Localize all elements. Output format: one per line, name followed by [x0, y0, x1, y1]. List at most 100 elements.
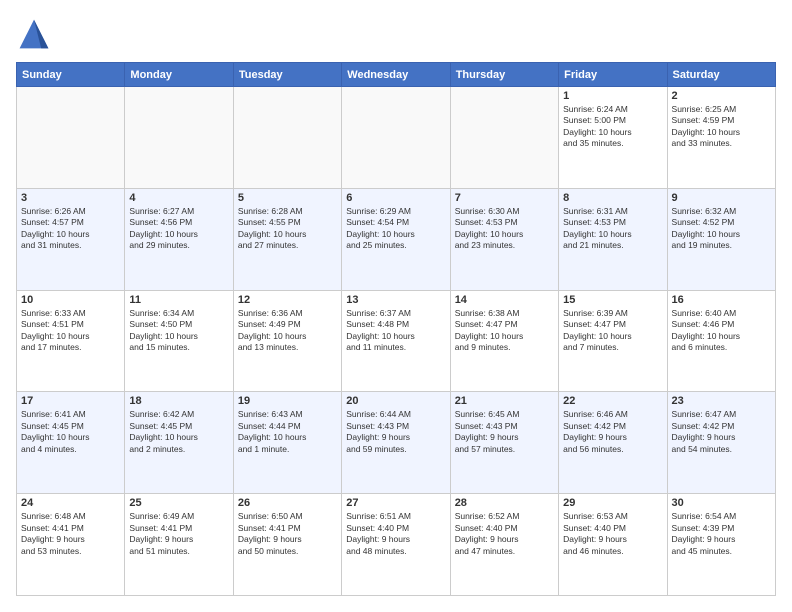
- day-number: 7: [455, 192, 554, 204]
- cell-text: Sunrise: 6:51 AMSunset: 4:40 PMDaylight:…: [346, 511, 445, 557]
- calendar-cell: 19 Sunrise: 6:43 AMSunset: 4:44 PMDayligh…: [233, 392, 341, 494]
- cell-text: Sunrise: 6:54 AMSunset: 4:39 PMDaylight:…: [672, 511, 771, 557]
- header: [16, 16, 776, 52]
- day-number: 12: [238, 294, 337, 306]
- week-row-4: 17 Sunrise: 6:41 AMSunset: 4:45 PMDayligh…: [17, 392, 776, 494]
- cell-text: Sunrise: 6:47 AMSunset: 4:42 PMDaylight:…: [672, 409, 771, 455]
- calendar-cell: 18 Sunrise: 6:42 AMSunset: 4:45 PMDayligh…: [125, 392, 233, 494]
- calendar-cell: 14 Sunrise: 6:38 AMSunset: 4:47 PMDayligh…: [450, 290, 558, 392]
- calendar-cell: 7 Sunrise: 6:30 AMSunset: 4:53 PMDaylight…: [450, 188, 558, 290]
- cell-text: Sunrise: 6:36 AMSunset: 4:49 PMDaylight:…: [238, 308, 337, 354]
- calendar-cell: [233, 87, 341, 189]
- cell-text: Sunrise: 6:41 AMSunset: 4:45 PMDaylight:…: [21, 409, 120, 455]
- cell-text: Sunrise: 6:50 AMSunset: 4:41 PMDaylight:…: [238, 511, 337, 557]
- cell-text: Sunrise: 6:43 AMSunset: 4:44 PMDaylight:…: [238, 409, 337, 455]
- weekday-header-monday: Monday: [125, 63, 233, 87]
- cell-text: Sunrise: 6:38 AMSunset: 4:47 PMDaylight:…: [455, 308, 554, 354]
- page: SundayMondayTuesdayWednesdayThursdayFrid…: [0, 0, 792, 612]
- calendar-cell: 10Sunrise: 6:33 AMSunset: 4:51 PMDayligh…: [17, 290, 125, 392]
- weekday-header-friday: Friday: [559, 63, 667, 87]
- cell-text: Sunrise: 6:52 AMSunset: 4:40 PMDaylight:…: [455, 511, 554, 557]
- weekday-header-wednesday: Wednesday: [342, 63, 450, 87]
- logo-icon: [16, 16, 52, 52]
- day-number: 9: [672, 192, 771, 204]
- weekday-header-thursday: Thursday: [450, 63, 558, 87]
- cell-text: Sunrise: 6:29 AMSunset: 4:54 PMDaylight:…: [346, 206, 445, 252]
- cell-text: Sunrise: 6:31 AMSunset: 4:53 PMDaylight:…: [563, 206, 662, 252]
- calendar-cell: [450, 87, 558, 189]
- day-number: 30: [672, 497, 771, 509]
- day-number: 26: [238, 497, 337, 509]
- day-number: 11: [129, 294, 228, 306]
- calendar-cell: [342, 87, 450, 189]
- calendar-table: SundayMondayTuesdayWednesdayThursdayFrid…: [16, 62, 776, 596]
- calendar-cell: 8Sunrise: 6:31 AMSunset: 4:53 PMDaylight…: [559, 188, 667, 290]
- day-number: 22: [563, 395, 662, 407]
- calendar-cell: [125, 87, 233, 189]
- calendar-cell: 24Sunrise: 6:48 AMSunset: 4:41 PMDayligh…: [17, 494, 125, 596]
- calendar-cell: 5Sunrise: 6:28 AMSunset: 4:55 PMDaylight…: [233, 188, 341, 290]
- day-number: 1: [563, 90, 662, 102]
- calendar-cell: 3Sunrise: 6:26 AMSunset: 4:57 PMDaylight…: [17, 188, 125, 290]
- day-number: 20: [346, 395, 445, 407]
- calendar-cell: 11 Sunrise: 6:34 AMSunset: 4:50 PMDayligh…: [125, 290, 233, 392]
- cell-text: Sunrise: 6:46 AMSunset: 4:42 PMDaylight:…: [563, 409, 662, 455]
- week-row-5: 24Sunrise: 6:48 AMSunset: 4:41 PMDayligh…: [17, 494, 776, 596]
- day-number: 15: [563, 294, 662, 306]
- day-number: 18: [129, 395, 228, 407]
- calendar-cell: 4Sunrise: 6:27 AMSunset: 4:56 PMDaylight…: [125, 188, 233, 290]
- calendar-cell: 20 Sunrise: 6:44 AMSunset: 4:43 PMDayligh…: [342, 392, 450, 494]
- weekday-header-sunday: Sunday: [17, 63, 125, 87]
- calendar-cell: 17 Sunrise: 6:41 AMSunset: 4:45 PMDayligh…: [17, 392, 125, 494]
- week-row-3: 10Sunrise: 6:33 AMSunset: 4:51 PMDayligh…: [17, 290, 776, 392]
- week-row-1: 1 Sunrise: 6:24 AMSunset: 5:00 PMDaylight…: [17, 87, 776, 189]
- calendar-cell: 26 Sunrise: 6:50 AMSunset: 4:41 PMDayligh…: [233, 494, 341, 596]
- day-number: 14: [455, 294, 554, 306]
- cell-text: Sunrise: 6:49 AMSunset: 4:41 PMDaylight:…: [129, 511, 228, 557]
- calendar-cell: 29Sunrise: 6:53 AMSunset: 4:40 PMDayligh…: [559, 494, 667, 596]
- day-number: 25: [129, 497, 228, 509]
- calendar-cell: 21Sunrise: 6:45 AMSunset: 4:43 PMDayligh…: [450, 392, 558, 494]
- cell-text: Sunrise: 6:32 AMSunset: 4:52 PMDaylight:…: [672, 206, 771, 252]
- day-number: 23: [672, 395, 771, 407]
- cell-text: Sunrise: 6:42 AMSunset: 4:45 PMDaylight:…: [129, 409, 228, 455]
- weekday-header-tuesday: Tuesday: [233, 63, 341, 87]
- day-number: 16: [672, 294, 771, 306]
- cell-text: Sunrise: 6:48 AMSunset: 4:41 PMDaylight:…: [21, 511, 120, 557]
- logo: [16, 16, 56, 52]
- calendar-cell: 6Sunrise: 6:29 AMSunset: 4:54 PMDaylight…: [342, 188, 450, 290]
- day-number: 21: [455, 395, 554, 407]
- calendar-cell: 23 Sunrise: 6:47 AMSunset: 4:42 PMDayligh…: [667, 392, 775, 494]
- cell-text: Sunrise: 6:28 AMSunset: 4:55 PMDaylight:…: [238, 206, 337, 252]
- day-number: 27: [346, 497, 445, 509]
- day-number: 17: [21, 395, 120, 407]
- calendar-cell: 16 Sunrise: 6:40 AMSunset: 4:46 PMDayligh…: [667, 290, 775, 392]
- cell-text: Sunrise: 6:39 AMSunset: 4:47 PMDaylight:…: [563, 308, 662, 354]
- calendar-cell: 28Sunrise: 6:52 AMSunset: 4:40 PMDayligh…: [450, 494, 558, 596]
- weekday-header-row: SundayMondayTuesdayWednesdayThursdayFrid…: [17, 63, 776, 87]
- calendar-cell: 15 Sunrise: 6:39 AMSunset: 4:47 PMDayligh…: [559, 290, 667, 392]
- cell-text: Sunrise: 6:27 AMSunset: 4:56 PMDaylight:…: [129, 206, 228, 252]
- calendar-cell: 1 Sunrise: 6:24 AMSunset: 5:00 PMDaylight…: [559, 87, 667, 189]
- calendar-cell: [17, 87, 125, 189]
- calendar-cell: 25 Sunrise: 6:49 AMSunset: 4:41 PMDayligh…: [125, 494, 233, 596]
- cell-text: Sunrise: 6:33 AMSunset: 4:51 PMDaylight:…: [21, 308, 120, 354]
- day-number: 19: [238, 395, 337, 407]
- cell-text: Sunrise: 6:34 AMSunset: 4:50 PMDaylight:…: [129, 308, 228, 354]
- calendar-cell: 30 Sunrise: 6:54 AMSunset: 4:39 PMDayligh…: [667, 494, 775, 596]
- day-number: 13: [346, 294, 445, 306]
- calendar-cell: 9 Sunrise: 6:32 AMSunset: 4:52 PMDaylight…: [667, 188, 775, 290]
- weekday-header-saturday: Saturday: [667, 63, 775, 87]
- day-number: 2: [672, 90, 771, 102]
- day-number: 29: [563, 497, 662, 509]
- cell-text: Sunrise: 6:26 AMSunset: 4:57 PMDaylight:…: [21, 206, 120, 252]
- cell-text: Sunrise: 6:25 AMSunset: 4:59 PMDaylight:…: [672, 104, 771, 150]
- cell-text: Sunrise: 6:44 AMSunset: 4:43 PMDaylight:…: [346, 409, 445, 455]
- week-row-2: 3Sunrise: 6:26 AMSunset: 4:57 PMDaylight…: [17, 188, 776, 290]
- cell-text: Sunrise: 6:40 AMSunset: 4:46 PMDaylight:…: [672, 308, 771, 354]
- calendar-cell: 2 Sunrise: 6:25 AMSunset: 4:59 PMDaylight…: [667, 87, 775, 189]
- calendar-cell: 12 Sunrise: 6:36 AMSunset: 4:49 PMDayligh…: [233, 290, 341, 392]
- calendar-cell: 22 Sunrise: 6:46 AMSunset: 4:42 PMDayligh…: [559, 392, 667, 494]
- cell-text: Sunrise: 6:30 AMSunset: 4:53 PMDaylight:…: [455, 206, 554, 252]
- cell-text: Sunrise: 6:24 AMSunset: 5:00 PMDaylight:…: [563, 104, 662, 150]
